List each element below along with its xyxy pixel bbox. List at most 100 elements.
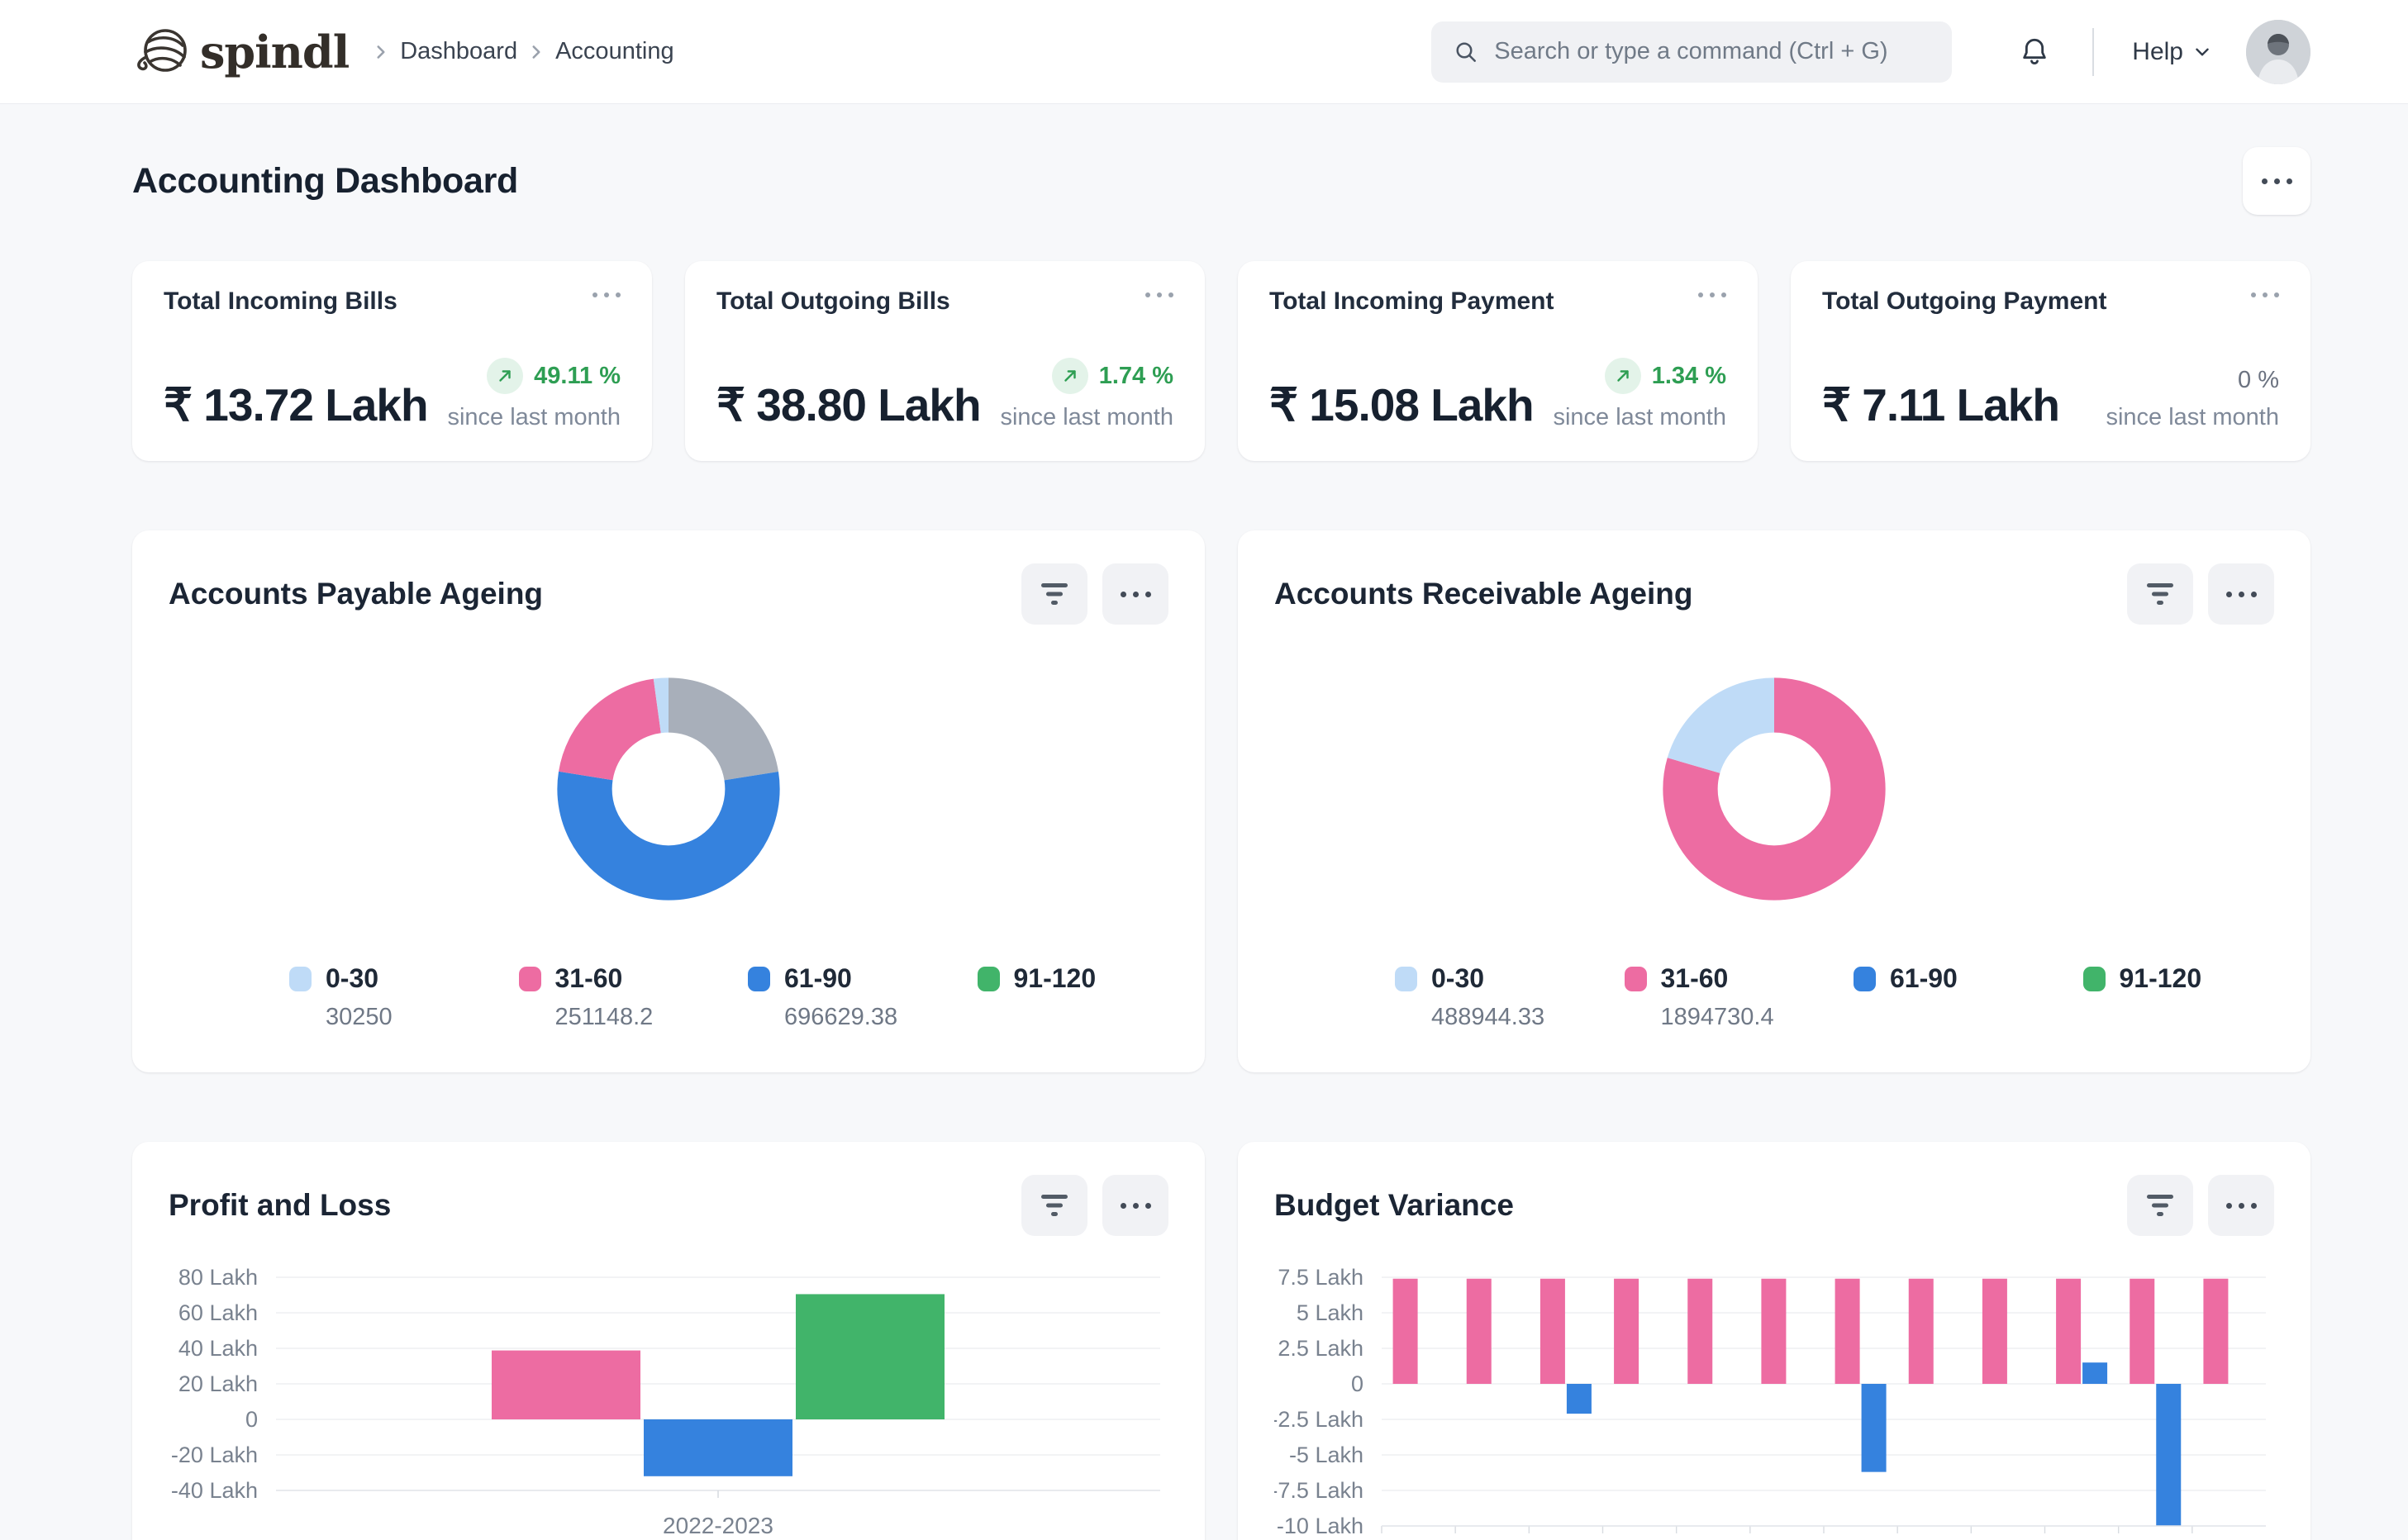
legend-swatch xyxy=(748,967,770,991)
svg-text:0: 0 xyxy=(245,1407,258,1432)
filter-button[interactable] xyxy=(1021,1175,1087,1236)
svg-text:2022-2023: 2022-2023 xyxy=(663,1513,773,1538)
legend-swatch xyxy=(519,967,541,991)
search-placeholder: Search or type a command (Ctrl + G) xyxy=(1494,38,1887,65)
trend-up-icon xyxy=(487,358,523,394)
legend-swatch xyxy=(978,967,1000,991)
kpi-card-total-outgoing-payment: Total Outgoing Payment ₹ 7.11 Lakh 0 % s… xyxy=(1791,261,2310,461)
budget-variance-bar-chart: 7.5 Lakh5 Lakh2.5 Lakh0-2.5 Lakh-5 Lakh-… xyxy=(1274,1259,2274,1540)
kpi-change-percent: 1.74 % xyxy=(1099,363,1173,390)
svg-text:-20 Lakh: -20 Lakh xyxy=(171,1443,258,1467)
legend-item: 0-30 488944.33 xyxy=(1316,963,1545,1031)
breadcrumb: Dashboard Accounting xyxy=(370,38,673,65)
svg-text:40 Lakh: 40 Lakh xyxy=(178,1336,258,1361)
legend-value xyxy=(1014,1004,1128,1029)
profit-and-loss-card: Profit and Loss 80 Lakh60 Lakh40 Lakh20 … xyxy=(132,1142,1205,1540)
help-menu-button[interactable]: Help xyxy=(2132,38,2213,66)
user-avatar[interactable] xyxy=(2246,20,2310,84)
legend-value: 696629.38 xyxy=(784,1004,898,1031)
kpi-value: ₹ 13.72 Lakh xyxy=(164,378,428,431)
kpi-menu-button[interactable] xyxy=(1145,288,1173,302)
legend-swatch xyxy=(1854,967,1876,991)
svg-text:-7.5 Lakh: -7.5 Lakh xyxy=(1274,1478,1363,1503)
svg-text:60 Lakh: 60 Lakh xyxy=(178,1300,258,1325)
accounts-receivable-donut-chart xyxy=(1654,669,1894,909)
kpi-menu-button[interactable] xyxy=(2251,288,2279,302)
ellipsis-icon xyxy=(1121,592,1151,597)
svg-text:5 Lakh: 5 Lakh xyxy=(1297,1300,1363,1325)
ellipsis-icon xyxy=(2262,178,2292,184)
profit-and-loss-bar-chart: 80 Lakh60 Lakh40 Lakh20 Lakh0-20 Lakh-40… xyxy=(169,1259,1168,1540)
ellipsis-icon xyxy=(1698,292,1726,297)
breadcrumb-dashboard[interactable]: Dashboard xyxy=(400,38,517,65)
kpi-subtitle: since last month xyxy=(1000,404,1173,431)
chevron-down-icon xyxy=(2191,41,2213,63)
legend-value: 251148.2 xyxy=(555,1004,669,1031)
legend-value: 30250 xyxy=(326,1004,440,1031)
svg-text:80 Lakh: 80 Lakh xyxy=(178,1265,258,1290)
ellipsis-icon xyxy=(2226,592,2257,597)
legend-swatch xyxy=(2083,967,2106,991)
filter-button[interactable] xyxy=(1021,563,1087,625)
header-divider xyxy=(2092,28,2094,76)
app-logo[interactable]: spindl xyxy=(132,22,349,82)
legend-label: 61-90 xyxy=(784,963,852,994)
kpi-title: Total Outgoing Payment xyxy=(1822,288,2106,316)
legend-label: 31-60 xyxy=(1661,963,1729,994)
kpi-value: ₹ 15.08 Lakh xyxy=(1269,378,1534,431)
ellipsis-icon xyxy=(592,292,621,297)
page-title: Accounting Dashboard xyxy=(132,161,518,202)
kpi-row: Total Incoming Bills ₹ 13.72 Lakh 49.11 … xyxy=(132,261,2310,461)
svg-text:-10 Lakh: -10 Lakh xyxy=(1277,1514,1363,1538)
chart-menu-button[interactable] xyxy=(1102,563,1168,625)
legend-item: 0-30 30250 xyxy=(210,963,440,1031)
filter-button[interactable] xyxy=(2127,1175,2193,1236)
help-label: Help xyxy=(2132,38,2183,66)
kpi-title: Total Incoming Bills xyxy=(164,288,397,316)
kpi-value: ₹ 38.80 Lakh xyxy=(716,378,981,431)
legend-swatch xyxy=(289,967,312,991)
breadcrumb-accounting[interactable]: Accounting xyxy=(555,38,674,65)
chart-menu-button[interactable] xyxy=(2208,563,2274,625)
yarn-ball-icon xyxy=(132,22,192,82)
legend-value: 488944.33 xyxy=(1431,1004,1545,1031)
page-menu-button[interactable] xyxy=(2243,147,2310,215)
kpi-subtitle: since last month xyxy=(447,404,621,431)
chart-menu-button[interactable] xyxy=(2208,1175,2274,1236)
chart-title: Budget Variance xyxy=(1274,1188,1514,1223)
accounts-receivable-ageing-card: Accounts Receivable Ageing xyxy=(1238,530,2310,1072)
search-input[interactable]: Search or type a command (Ctrl + G) xyxy=(1431,21,1952,83)
ellipsis-icon xyxy=(1121,1203,1151,1209)
kpi-menu-button[interactable] xyxy=(1698,288,1726,302)
donut-legend: 0-30 30250 31-60 251148.2 61-90 xyxy=(169,963,1168,1031)
kpi-value: ₹ 7.11 Lakh xyxy=(1822,378,2059,431)
ellipsis-icon xyxy=(2251,292,2279,297)
legend-item: 61-90 xyxy=(1774,963,2004,1031)
legend-label: 61-90 xyxy=(1890,963,1958,994)
filter-button[interactable] xyxy=(2127,563,2193,625)
svg-text:20 Lakh: 20 Lakh xyxy=(178,1371,258,1396)
avatar-photo xyxy=(2246,20,2310,84)
bell-icon xyxy=(2018,36,2051,69)
notifications-button[interactable] xyxy=(2018,36,2051,69)
kpi-card-total-outgoing-bills: Total Outgoing Bills ₹ 38.80 Lakh 1.74 %… xyxy=(685,261,1205,461)
chevron-right-icon xyxy=(526,41,547,63)
kpi-menu-button[interactable] xyxy=(592,288,621,302)
legend-label: 0-30 xyxy=(1431,963,1484,994)
trend-up-icon xyxy=(1052,358,1088,394)
chevron-right-icon xyxy=(370,41,392,63)
filter-icon xyxy=(2145,1193,2175,1218)
svg-text:-5 Lakh: -5 Lakh xyxy=(1289,1443,1363,1467)
kpi-card-total-incoming-payment: Total Incoming Payment ₹ 15.08 Lakh 1.34… xyxy=(1238,261,1758,461)
app-header: spindl Dashboard Accounting Search or ty… xyxy=(0,0,2408,104)
accounts-payable-ageing-card: Accounts Payable Ageing 0- xyxy=(132,530,1205,1072)
svg-text:-2.5 Lakh: -2.5 Lakh xyxy=(1274,1407,1363,1432)
legend-item: 91-120 xyxy=(898,963,1128,1031)
legend-item: 91-120 xyxy=(2004,963,2234,1031)
kpi-title: Total Incoming Payment xyxy=(1269,288,1554,316)
trend-up-icon xyxy=(1605,358,1641,394)
chart-menu-button[interactable] xyxy=(1102,1175,1168,1236)
legend-value xyxy=(1890,1004,2004,1029)
search-icon xyxy=(1453,39,1479,65)
legend-item: 61-90 696629.38 xyxy=(669,963,898,1031)
